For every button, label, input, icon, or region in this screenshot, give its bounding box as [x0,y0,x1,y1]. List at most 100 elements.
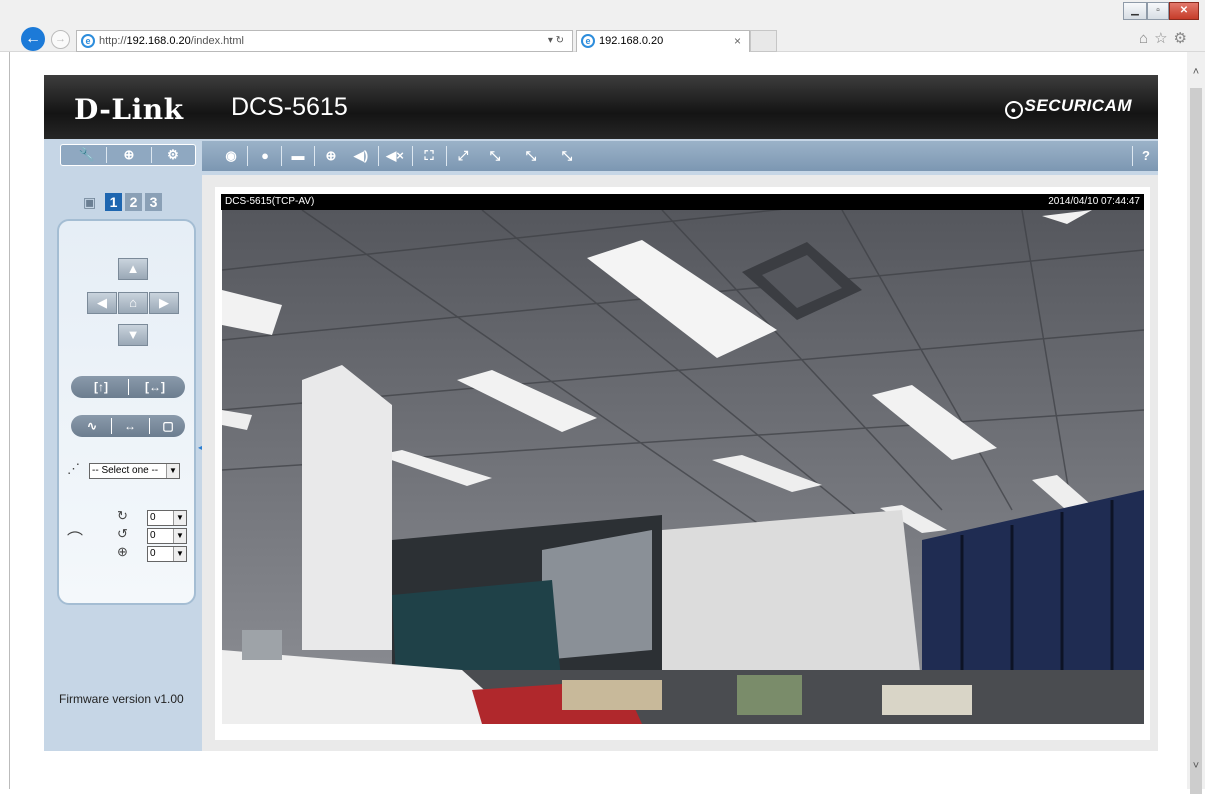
home-button[interactable]: ⌂ [118,292,148,314]
chevron-down-icon: ▼ [173,511,186,525]
live-view-area: DCS-5615(TCP-AV) 2014/04/10 07:44:47 [202,175,1158,751]
vertical-scrollbar[interactable]: ˄ ˅ [1187,52,1205,794]
gear-icon[interactable]: ⚙ [155,145,191,165]
pan-speed-icon: ↻ [117,508,128,523]
focus-far-button[interactable]: [↔] [135,376,175,398]
model-title: DCS-5615 [231,93,348,121]
size-50-icon[interactable]: ⤡ [520,145,542,167]
toolbar: 🔧 ⊕ ⚙ ◉ ● ▬ ⊕ ◀) ◀× ⛶ ⤢ ⤡ ⤡ ⤡ ? [44,139,1158,175]
size-100-icon[interactable]: ⤡ [484,145,506,167]
setup-icon[interactable]: 🔧 [69,145,105,165]
tab-title: 192.168.0.20 [599,35,664,47]
video-timestamp: 2014/04/10 07:44:47 [1048,196,1140,207]
divider [247,146,248,166]
view-2-button[interactable]: 2 [125,193,142,211]
browser-chrome: ← → e http://192.168.0.20/index.html ▾ ↻… [0,0,1205,52]
view-3-button[interactable]: 3 [145,193,162,211]
firmware-version: Firmware version v1.00 [59,692,184,706]
lock-icon: ● [1004,101,1023,119]
tilt-speed-select[interactable]: 0 ▼ [147,528,187,544]
url-prefix: http:// [99,35,127,47]
zoom-speed-select[interactable]: 0 ▼ [147,546,187,562]
back-button[interactable]: ← [21,27,45,51]
zoom-in-icon[interactable]: ⊕ [320,145,342,167]
zoom-speed-icon: ⊕ [117,544,128,559]
scroll-thumb[interactable] [1190,88,1202,794]
divider [378,146,379,166]
refresh-icon[interactable]: ▾ ↻ [548,31,564,51]
stop-icon[interactable]: ▢ [153,415,183,437]
main-toolbar: ◉ ● ▬ ⊕ ◀) ◀× ⛶ ⤢ ⤡ ⤡ ⤡ ? [202,141,1158,171]
minimize-button[interactable]: ▁ [1123,2,1147,20]
resize-icon[interactable]: ⤢ [452,145,474,167]
camera-icon: ▣ [83,194,97,210]
pan-swing-icon[interactable]: ↔ [115,415,145,437]
divider [149,418,150,434]
view-1-button[interactable]: 1 [105,193,122,211]
divider [446,146,447,166]
divider [106,147,107,163]
divider [281,146,282,166]
preset-select-value: -- Select one -- [92,465,159,476]
address-bar[interactable]: e http://192.168.0.20/index.html ▾ ↻ [76,30,573,52]
maximize-button[interactable]: ▫ [1147,2,1169,20]
divider [314,146,315,166]
live-video[interactable] [222,210,1144,724]
scroll-down-icon[interactable]: ˅ [1190,760,1202,772]
new-tab-button[interactable] [750,30,777,52]
preset-icon: ⋰ [67,461,80,476]
size-25-icon[interactable]: ⤡ [556,145,578,167]
url-path: /index.html [190,35,244,47]
globe-icon[interactable]: ⊕ [111,145,147,165]
ptz-panel: ▣ 1 2 3 ▲ ◀ ⌂ ▶ ▼ [↑] [↔] ∿ ↔ ▢ ⋰ -- Sel… [44,175,202,751]
fullscreen-icon[interactable]: ⛶ [418,145,440,167]
url-host: 192.168.0.20 [126,35,191,47]
divider [151,147,152,163]
ie-icon: e [81,34,95,48]
dlink-logo: D-Link [74,93,184,126]
tilt-speed-icon: ↺ [117,526,128,541]
zoom-speed-value: 0 [150,548,156,559]
mute-icon[interactable]: ◀× [382,145,408,167]
tilt-speed-value: 0 [150,530,156,541]
stream-name: DCS-5615(TCP-AV) [225,196,315,207]
record-icon[interactable]: ● [254,145,276,167]
tab-close-icon[interactable]: × [734,31,741,51]
chevron-down-icon: ▼ [166,464,179,478]
pan-up-button[interactable]: ▲ [118,258,148,280]
help-button[interactable]: ? [1138,145,1154,167]
video-info-bar: DCS-5615(TCP-AV) 2014/04/10 07:44:47 [221,194,1144,210]
divider [111,418,112,434]
speed-icon: ⌒ [67,532,84,549]
home-favorites-tools-icons[interactable]: ⌂☆⚙ [1139,29,1193,47]
folder-icon[interactable]: ▬ [287,145,309,167]
focus-pill: [↑] [↔] [71,376,185,398]
securicam-logo: ● SECURICAM [1004,96,1132,119]
chevron-down-icon: ▼ [173,547,186,561]
pan-down-button[interactable]: ▼ [118,324,148,346]
path-icon[interactable]: ∿ [77,415,107,437]
browser-tab[interactable]: e 192.168.0.20 × [576,30,750,52]
video-frame: DCS-5615(TCP-AV) 2014/04/10 07:44:47 [215,187,1150,740]
pan-left-button[interactable]: ◀ [87,292,117,314]
forward-button[interactable]: → [51,30,70,49]
ie-icon: e [581,34,595,48]
video-scene [222,210,1144,724]
close-button[interactable]: ✕ [1169,2,1199,20]
focus-near-button[interactable]: [↑] [81,376,121,398]
ptz-control-box: ▲ ◀ ⌂ ▶ ▼ [↑] [↔] ∿ ↔ ▢ ⋰ -- Select one … [57,219,196,605]
chevron-down-icon: ▼ [173,529,186,543]
pan-speed-value: 0 [150,512,156,523]
divider [128,379,129,395]
divider [1132,146,1133,166]
preset-select[interactable]: -- Select one -- ▼ [89,463,180,479]
scroll-up-icon[interactable]: ˄ [1190,66,1202,78]
divider [412,146,413,166]
pan-speed-select[interactable]: 0 ▼ [147,510,187,526]
camera-header: D-Link DCS-5615 ● SECURICAM [44,75,1158,139]
snapshot-icon[interactable]: ◉ [220,145,242,167]
left-toolbar: 🔧 ⊕ ⚙ [60,144,196,166]
volume-icon[interactable]: ◀) [348,145,374,167]
securicam-label: SECURICAM [1024,96,1132,115]
pan-right-button[interactable]: ▶ [149,292,179,314]
